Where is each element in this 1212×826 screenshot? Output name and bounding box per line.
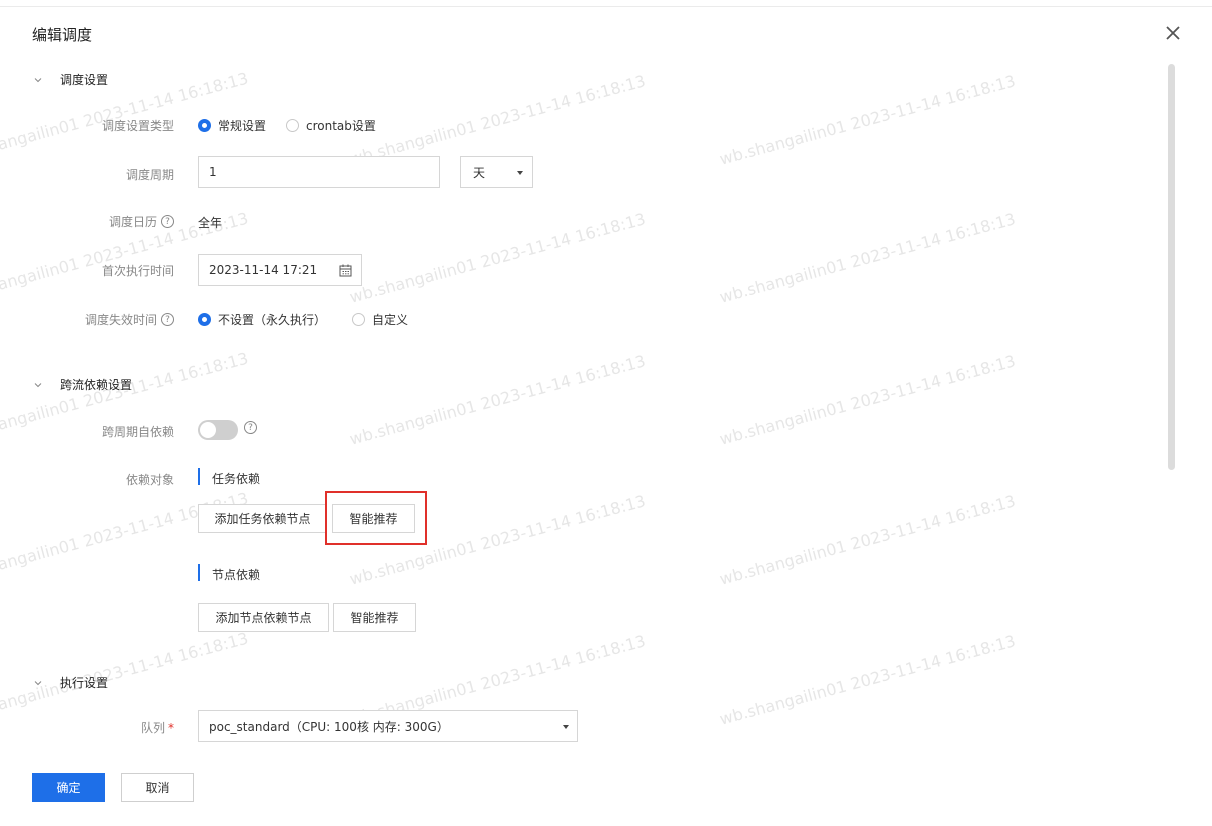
self-dependency-label: 跨周期自依赖 bbox=[101, 425, 174, 439]
top-divider bbox=[0, 6, 1212, 7]
watermark: wb.shangailin01 2023-11-14 16:18:13 bbox=[717, 491, 1018, 589]
scrollbar[interactable] bbox=[1168, 64, 1175, 470]
accent-bar bbox=[198, 564, 200, 581]
watermark: wb.shangailin01 2023-11-14 16:18:13 bbox=[717, 631, 1018, 729]
calendar-value: 全年 bbox=[198, 216, 223, 230]
queue-label: 队列 * bbox=[140, 720, 174, 736]
expire-radio-group: 不设置（永久执行） 自定义 bbox=[198, 311, 408, 328]
radio-unchecked-icon bbox=[286, 119, 300, 132]
schedule-type-radio-group: 常规设置 crontab设置 bbox=[198, 117, 376, 134]
period-input[interactable]: 1 bbox=[198, 156, 440, 188]
watermark: wb.shangailin01 2023-11-14 16:18:13 bbox=[717, 209, 1018, 307]
first-run-label: 首次执行时间 bbox=[101, 264, 174, 278]
calendar-label: 调度日历? bbox=[109, 213, 174, 230]
section-title: 执行设置 bbox=[60, 676, 109, 690]
smart-recommend-button[interactable]: 智能推荐 bbox=[333, 603, 416, 632]
watermark: wb.shangailin01 2023-11-14 16:18:13 bbox=[347, 209, 648, 307]
radio-checked-icon bbox=[198, 313, 211, 326]
help-icon[interactable]: ? bbox=[244, 421, 257, 434]
period-label: 调度周期 bbox=[125, 168, 174, 182]
queue-select[interactable]: poc_standard（CPU: 100核 内存: 300G） bbox=[198, 710, 578, 742]
radio-checked-icon bbox=[198, 119, 211, 132]
dependency-object-label: 依赖对象 bbox=[125, 473, 174, 487]
required-mark: * bbox=[168, 720, 174, 735]
watermark: wb.shangailin01 2023-11-14 16:18:13 bbox=[717, 71, 1018, 169]
task-dependency-title: 任务依赖 bbox=[212, 472, 261, 486]
self-dependency-toggle[interactable] bbox=[198, 420, 238, 440]
caret-down-icon bbox=[563, 725, 569, 729]
watermark: wb.shangailin01 2023-11-14 16:18:13 bbox=[717, 351, 1018, 449]
radio-no-expire[interactable]: 不设置（永久执行） bbox=[198, 311, 326, 328]
node-dependency-title: 节点依赖 bbox=[212, 568, 261, 582]
period-unit-value: 天 bbox=[473, 165, 486, 180]
accent-bar bbox=[198, 468, 200, 485]
watermark: wb.shangailin01 2023-11-14 16:18:13 bbox=[347, 351, 648, 449]
calendar-icon bbox=[339, 264, 352, 277]
section-dependency[interactable]: 跨流依赖设置 bbox=[33, 376, 132, 393]
first-run-datetime-input[interactable]: 2023-11-14 17:21 bbox=[198, 254, 362, 286]
chevron-down-icon bbox=[34, 382, 42, 387]
radio-normal[interactable]: 常规设置 bbox=[198, 117, 266, 134]
add-node-dependency-button[interactable]: 添加节点依赖节点 bbox=[198, 603, 329, 632]
radio-crontab[interactable]: crontab设置 bbox=[286, 117, 376, 134]
help-icon[interactable]: ? bbox=[161, 313, 174, 326]
cancel-button[interactable]: 取消 bbox=[121, 773, 194, 802]
expire-label: 调度失效时间? bbox=[85, 311, 174, 328]
add-task-dependency-button[interactable]: 添加任务依赖节点 bbox=[198, 504, 327, 533]
watermark: wb.shangailin01 2023-11-14 16:18:13 bbox=[347, 71, 648, 169]
first-run-value: 2023-11-14 17:21 bbox=[209, 263, 318, 277]
section-schedule[interactable]: 调度设置 bbox=[33, 71, 108, 88]
caret-down-icon bbox=[517, 171, 523, 175]
highlight-box bbox=[325, 491, 427, 545]
confirm-button[interactable]: 确定 bbox=[32, 773, 105, 802]
section-title: 调度设置 bbox=[60, 73, 109, 87]
radio-custom-expire[interactable]: 自定义 bbox=[352, 311, 408, 328]
chevron-down-icon bbox=[34, 680, 42, 685]
close-button[interactable] bbox=[1162, 22, 1184, 44]
close-icon bbox=[1166, 26, 1180, 40]
chevron-down-icon bbox=[34, 77, 42, 82]
help-icon[interactable]: ? bbox=[161, 215, 174, 228]
period-unit-select[interactable]: 天 bbox=[460, 156, 533, 188]
schedule-type-label: 调度设置类型 bbox=[101, 119, 174, 133]
section-execution[interactable]: 执行设置 bbox=[33, 674, 108, 691]
toggle-knob bbox=[200, 422, 216, 438]
queue-value: poc_standard（CPU: 100核 内存: 300G） bbox=[209, 719, 449, 734]
dialog-title: 编辑调度 bbox=[32, 26, 93, 44]
section-title: 跨流依赖设置 bbox=[60, 378, 133, 392]
radio-unchecked-icon bbox=[352, 313, 366, 326]
